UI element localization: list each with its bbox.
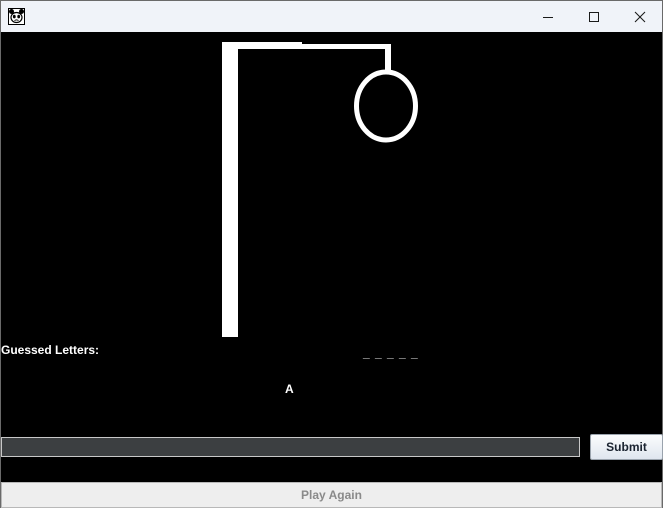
- close-button[interactable]: [617, 1, 663, 32]
- guessed-letters-label: Guessed Letters:: [1, 343, 100, 357]
- hangman-drawing-canvas: [222, 42, 418, 337]
- gallows-rope: [385, 44, 391, 71]
- maximize-icon: [589, 11, 599, 22]
- panda-face-icon: [8, 8, 25, 25]
- maximize-button[interactable]: [571, 1, 617, 32]
- gallows-beam-extension: [238, 44, 391, 49]
- play-again-button[interactable]: Play Again: [1, 482, 662, 508]
- close-icon: [634, 11, 646, 22]
- minimize-icon: [543, 16, 553, 18]
- submit-button[interactable]: Submit: [590, 434, 663, 460]
- guessed-letters-value: A: [285, 382, 294, 396]
- title-bar[interactable]: [1, 1, 662, 32]
- gallows-post: [222, 42, 238, 337]
- guess-input[interactable]: [1, 437, 580, 457]
- minimize-button[interactable]: [525, 1, 571, 32]
- word-mask: _ _ _ _ _: [363, 346, 419, 360]
- hangman-head: [354, 69, 418, 143]
- app-window: Guessed Letters: _ _ _ _ _ A Submit Play…: [0, 0, 663, 508]
